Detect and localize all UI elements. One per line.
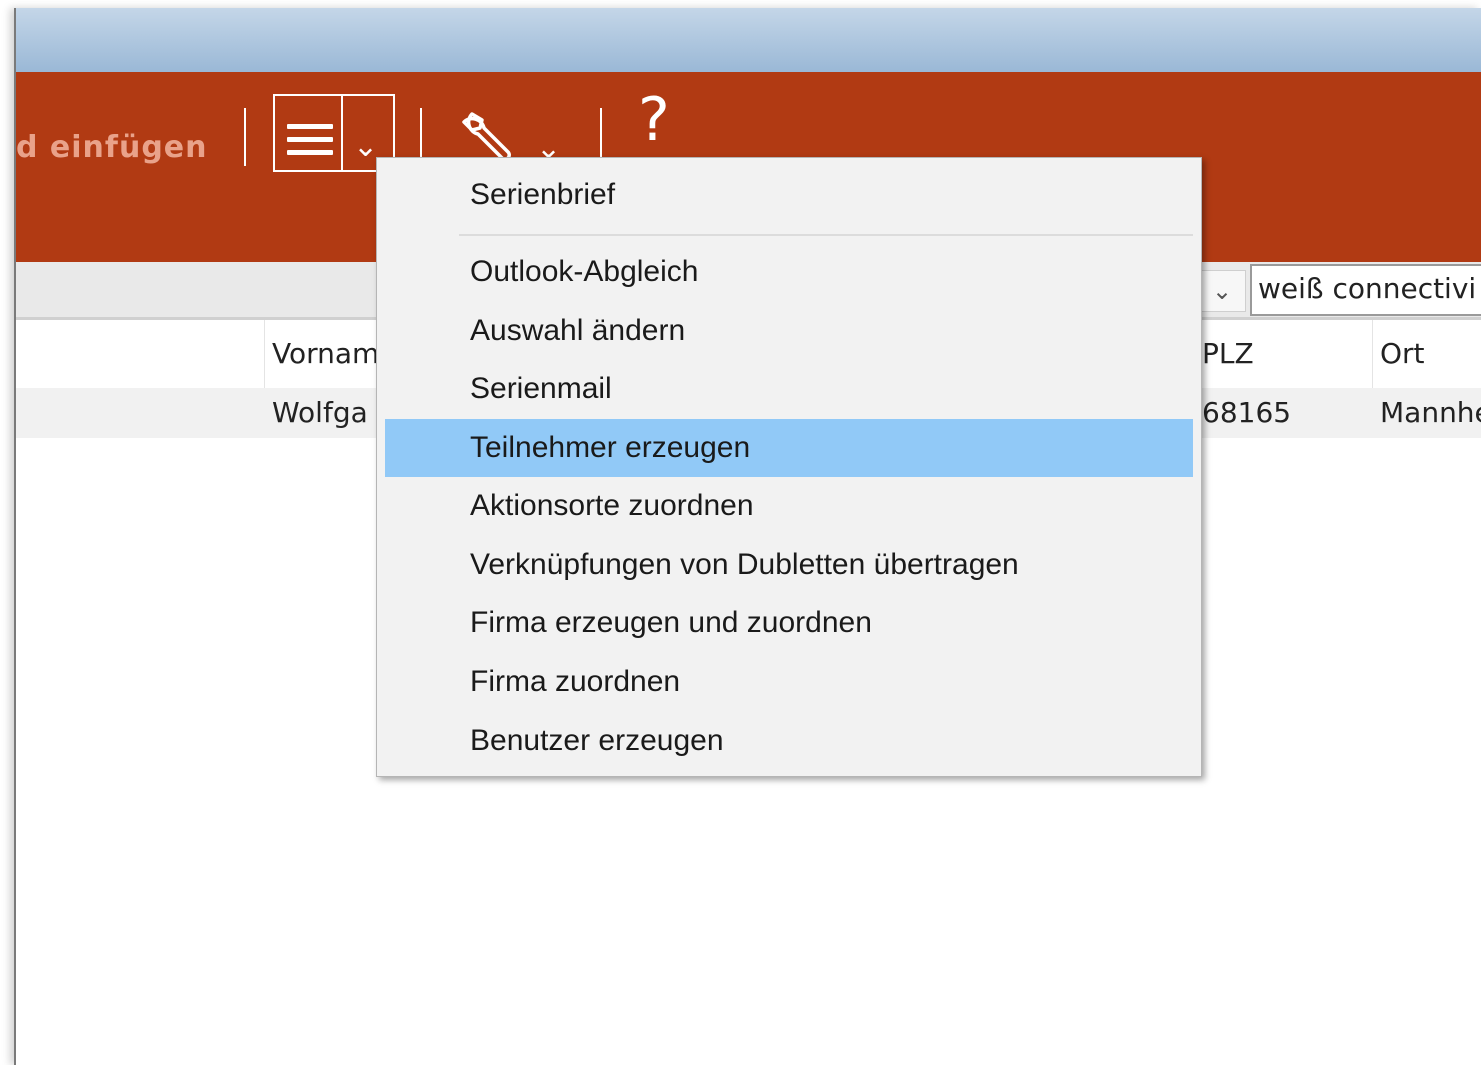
help-icon[interactable]: ? [638,90,670,150]
split-divider [341,96,343,170]
column-divider [1372,320,1373,388]
title-bar [16,8,1481,72]
menu-item-serienmail[interactable]: Serienmail [385,360,1193,418]
cell-ort: Mannhe [1380,396,1481,429]
cell-vorname: Wolfga [272,396,368,429]
column-header-ort[interactable]: Ort [1380,320,1481,388]
menu-item-teilnehmer-erzeugen[interactable]: Teilnehmer erzeugen [385,419,1193,477]
menu-item-auswahl-aendern[interactable]: Auswahl ändern [385,302,1193,360]
menu-item-outlook-abgleich[interactable]: Outlook-Abgleich [385,243,1193,301]
menu-separator [459,234,1193,236]
chevron-down-icon[interactable]: ⌄ [1198,270,1246,312]
menu-item-firma-zuordnen[interactable]: Firma zuordnen [385,653,1193,711]
menu-item-serienbrief[interactable]: Serienbrief [385,166,1193,224]
column-divider [264,320,265,388]
context-menu: Serienbrief Outlook-Abgleich Auswahl änd… [376,157,1202,777]
column-header-vorname[interactable]: Vornam [272,320,382,388]
search-input[interactable]: weiß connectivi [1250,264,1481,316]
hamburger-menu-icon[interactable] [287,124,333,163]
ribbon-separator [244,108,246,166]
menu-item-benutzer-erzeugen[interactable]: Benutzer erzeugen [385,712,1193,770]
menu-item-aktionsorte-zuordnen[interactable]: Aktionsorte zuordnen [385,477,1193,535]
column-header-plz[interactable]: PLZ [1202,320,1372,388]
menu-item-dubletten-uebertragen[interactable]: Verknüpfungen von Dubletten übertragen [385,536,1193,594]
chevron-down-icon[interactable]: ⌄ [353,132,378,162]
cell-plz: 68165 [1202,396,1292,429]
paste-label[interactable]: d einfügen [16,130,208,165]
menu-item-firma-erzeugen-zuordnen[interactable]: Firma erzeugen und zuordnen [385,594,1193,652]
